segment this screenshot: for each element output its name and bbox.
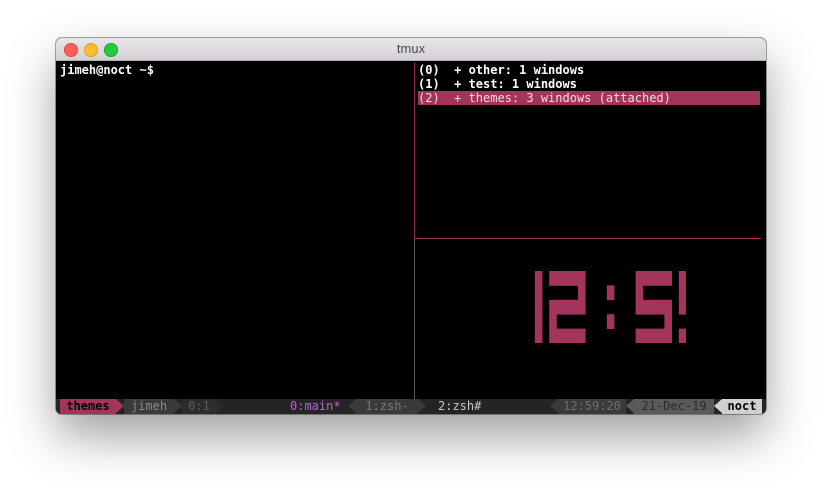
clock-pixel — [563, 328, 572, 343]
clock-pixel — [635, 328, 644, 343]
clock-pixel — [563, 271, 572, 286]
powerline-arrow-icon — [116, 399, 124, 413]
pane-divider-vertical-lower[interactable] — [414, 239, 415, 399]
clock-pixel — [578, 328, 586, 343]
clock-pixel — [650, 271, 658, 286]
clock-pixel — [556, 328, 564, 343]
clock-pixel — [635, 271, 644, 286]
clock-pixel — [570, 271, 579, 286]
clock-pixel — [534, 314, 543, 329]
shell-prompt[interactable]: jimeh@noct ~$ — [60, 63, 154, 77]
clock-pixel — [563, 299, 572, 315]
powerline-arrow-icon — [550, 399, 558, 413]
status-pane-index: 0:1 — [182, 399, 216, 414]
clock-display — [534, 271, 686, 343]
status-bar: themes jimeh 0:1 0:main* 1:zsh- 2:zsh# 1… — [56, 399, 766, 414]
clock-pixel — [534, 285, 543, 301]
clock-pixel — [642, 299, 651, 315]
powerline-arrow-icon — [216, 399, 224, 413]
status-window-main[interactable]: 0:main* — [290, 399, 341, 414]
clock-pixel — [570, 328, 579, 343]
status-user: jimeh — [124, 399, 174, 414]
clock-pixel — [678, 328, 686, 343]
clock-pixel — [664, 328, 672, 343]
clock-pixel — [534, 328, 543, 343]
clock-pixel — [664, 314, 672, 329]
clock-pixel — [678, 285, 686, 301]
clock-pixel — [664, 271, 672, 286]
session-item-themes-selected[interactable]: (2) + themes: 3 windows (attached) — [418, 91, 760, 105]
status-window-zsh-2[interactable]: 2:zsh# — [438, 399, 481, 414]
clock-pixel — [556, 271, 564, 286]
status-window-zsh-1[interactable]: 1:zsh- — [356, 399, 418, 414]
clock-pixel — [570, 299, 579, 315]
clock-pixel — [606, 285, 615, 301]
powerline-arrow-icon — [418, 399, 426, 413]
pane-divider-horizontal[interactable] — [415, 238, 761, 239]
session-item-other[interactable]: (0) + other: 1 windows — [418, 63, 760, 77]
clock-pixel — [549, 314, 557, 329]
clock-pixel — [642, 328, 651, 343]
status-time: 12:59:20 — [558, 399, 626, 414]
clock-pixel — [657, 299, 665, 315]
powerline-arrow-icon — [626, 399, 634, 413]
clock-pixel — [678, 299, 686, 315]
powerline-arrow-icon — [714, 399, 722, 413]
clock-pixel — [578, 285, 586, 301]
status-session-name[interactable]: themes — [60, 399, 116, 414]
terminal-window: tmux jimeh@noct ~$ (0) + other: 1 window… — [56, 38, 766, 414]
title-bar: tmux — [56, 38, 766, 61]
clock-pixel — [657, 271, 665, 286]
clock-pixel — [635, 285, 644, 301]
clock-pixel — [635, 299, 644, 315]
window-title: tmux — [396, 41, 426, 56]
clock-pixel — [650, 299, 658, 315]
status-host: noct — [722, 399, 762, 414]
clock-pixel — [556, 299, 564, 315]
status-date: 21-Dec-19 — [634, 399, 714, 414]
clock-pixel — [549, 328, 557, 343]
clock-pixel — [578, 271, 586, 286]
clock-pixel — [549, 299, 557, 315]
terminal-area[interactable]: jimeh@noct ~$ (0) + other: 1 windows (1)… — [56, 61, 766, 414]
clock-pixel — [650, 328, 658, 343]
clock-pixel — [606, 314, 615, 329]
clock-pixel — [642, 271, 651, 286]
clock-pixel — [549, 271, 557, 286]
clock-pixel — [664, 299, 672, 315]
powerline-arrow-icon — [174, 399, 182, 413]
clock-pixel — [534, 271, 543, 286]
clock-pixel — [678, 271, 686, 286]
clock-pixel — [534, 299, 543, 315]
powerline-arrow-icon — [348, 399, 356, 413]
clock-pixel — [578, 299, 586, 315]
session-item-test[interactable]: (1) + test: 1 windows — [418, 77, 760, 91]
clock-pixel — [657, 328, 665, 343]
